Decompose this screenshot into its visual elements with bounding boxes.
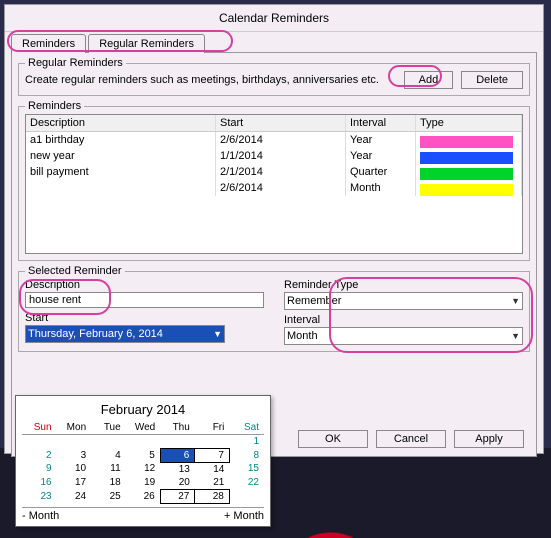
calendar-day[interactable]: 3 <box>57 448 92 462</box>
chevron-down-icon: ▼ <box>511 296 520 306</box>
reminder-type-select[interactable]: Remember ▼ <box>284 292 523 310</box>
calendar-reminders-window: Calendar Reminders Reminders Regular Rem… <box>4 4 544 454</box>
calendar-day[interactable]: 9 <box>22 462 57 476</box>
regular-reminders-legend: Regular Reminders <box>25 57 126 69</box>
calendar-day[interactable]: 19 <box>126 476 161 490</box>
calendar-dow: Mon <box>57 421 92 435</box>
calendar-day[interactable]: 17 <box>57 476 92 490</box>
regular-reminders-desc: Create regular reminders such as meeting… <box>25 73 396 87</box>
calendar-day[interactable]: 25 <box>91 489 126 503</box>
calendar-day[interactable] <box>91 435 126 449</box>
interval-label: Interval <box>284 314 523 326</box>
next-month-button[interactable]: + Month <box>224 510 264 522</box>
calendar-day[interactable]: 15 <box>229 462 264 476</box>
calendar-day[interactable]: 22 <box>229 476 264 490</box>
calendar-day[interactable] <box>57 435 92 449</box>
calendar-day[interactable]: 21 <box>195 476 230 490</box>
table-row[interactable]: a1 birthday2/6/2014Year <box>26 132 522 148</box>
reminders-list-group: Reminders Description Start Interval Typ… <box>18 100 530 261</box>
calendar-day[interactable]: 5 <box>126 448 161 462</box>
calendar-day[interactable]: 1 <box>229 435 264 449</box>
calendar-day[interactable]: 27 <box>160 489 195 503</box>
reminder-type-label: Reminder Type <box>284 279 523 291</box>
reminders-list[interactable]: Description Start Interval Type a1 birth… <box>25 114 523 254</box>
calendar-grid: SunMonTueWedThuFriSat 123456789101112131… <box>22 421 264 504</box>
start-date-picker[interactable]: Thursday, February 6, 2014 ▼ <box>25 325 225 343</box>
start-label: Start <box>25 312 264 324</box>
calendar-day[interactable]: 24 <box>57 489 92 503</box>
tab-reminders[interactable]: Reminders <box>11 34 86 53</box>
calendar-day[interactable]: 12 <box>126 462 161 476</box>
calendar-day[interactable]: 16 <box>22 476 57 490</box>
calendar-day[interactable]: 20 <box>160 476 195 490</box>
delete-button[interactable]: Delete <box>461 71 523 89</box>
calendar-day[interactable]: 13 <box>160 462 195 476</box>
calendar-day[interactable]: 6 <box>160 448 195 462</box>
calendar-day[interactable]: 18 <box>91 476 126 490</box>
chevron-down-icon: ▼ <box>213 329 222 339</box>
apply-button[interactable]: Apply <box>454 430 524 448</box>
chevron-down-icon: ▼ <box>511 331 520 341</box>
selected-reminder-group: Selected Reminder Description Start Thur… <box>18 265 530 352</box>
calendar-day[interactable]: 26 <box>126 489 161 503</box>
calendar-dow: Thu <box>160 421 195 435</box>
col-description[interactable]: Description <box>26 115 216 131</box>
table-row[interactable]: bill payment2/1/2014Quarter <box>26 164 522 180</box>
reminder-type-value: Remember <box>287 295 341 307</box>
col-type[interactable]: Type <box>416 115 522 131</box>
start-date-value: Thursday, February 6, 2014 <box>28 328 163 340</box>
col-start[interactable]: Start <box>216 115 346 131</box>
selected-reminder-legend: Selected Reminder <box>25 265 125 277</box>
ok-button[interactable]: OK <box>298 430 368 448</box>
calendar-dow: Tue <box>91 421 126 435</box>
add-button[interactable]: Add <box>404 71 454 89</box>
calendar-title: February 2014 <box>22 400 264 421</box>
description-input[interactable] <box>25 292 264 308</box>
calendar-dow: Sat <box>229 421 264 435</box>
reminders-legend: Reminders <box>25 100 84 112</box>
calendar-dow: Fri <box>195 421 230 435</box>
cancel-button[interactable]: Cancel <box>376 430 446 448</box>
window-title: Calendar Reminders <box>5 5 543 32</box>
calendar-day[interactable]: 8 <box>229 448 264 462</box>
calendar-day[interactable] <box>160 435 195 449</box>
calendar-day[interactable]: 2 <box>22 448 57 462</box>
calendar-day[interactable]: 14 <box>195 462 230 476</box>
calendar-day[interactable]: 11 <box>91 462 126 476</box>
calendar-day[interactable]: 23 <box>22 489 57 503</box>
col-interval[interactable]: Interval <box>346 115 416 131</box>
table-row[interactable]: new year1/1/2014Year <box>26 148 522 164</box>
tab-regular-reminders[interactable]: Regular Reminders <box>88 34 205 53</box>
calendar-dow: Wed <box>126 421 161 435</box>
calendar-day[interactable] <box>229 489 264 503</box>
calendar-day[interactable] <box>195 435 230 449</box>
interval-select[interactable]: Month ▼ <box>284 327 523 345</box>
calendar-day[interactable]: 10 <box>57 462 92 476</box>
calendar-day[interactable]: 28 <box>195 489 230 503</box>
calendar-day[interactable] <box>126 435 161 449</box>
prev-month-button[interactable]: - Month <box>22 510 59 522</box>
calendar-day[interactable] <box>22 435 57 449</box>
calendar-day[interactable]: 4 <box>91 448 126 462</box>
interval-value: Month <box>287 330 318 342</box>
calendar-dow: Sun <box>22 421 57 435</box>
table-row[interactable]: 2/6/2014Month <box>26 180 522 196</box>
calendar-day[interactable]: 7 <box>195 448 230 462</box>
regular-reminders-group: Regular Reminders Create regular reminde… <box>18 57 530 96</box>
description-label: Description <box>25 279 264 291</box>
calendar-popup[interactable]: February 2014 SunMonTueWedThuFriSat 1234… <box>15 395 271 527</box>
